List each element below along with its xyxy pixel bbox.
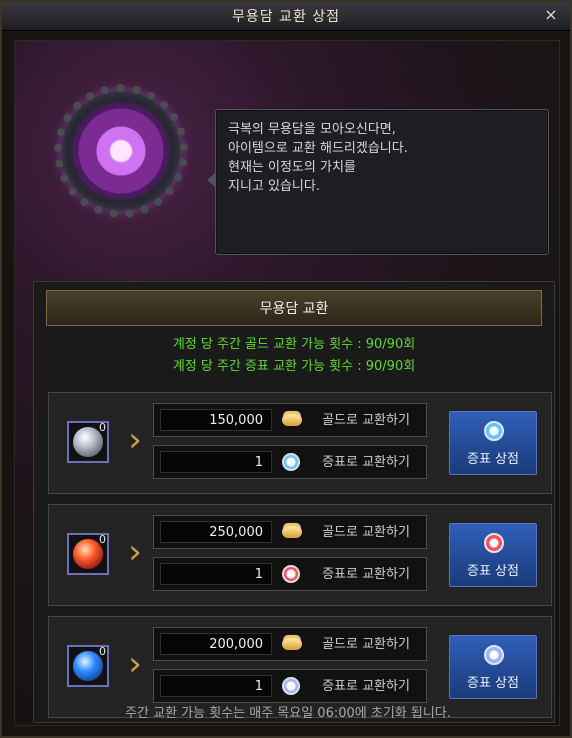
item-count: 0: [99, 421, 106, 434]
token-icon: [484, 421, 504, 441]
gold-price: 150,000: [160, 409, 272, 431]
coin-icon: [282, 414, 302, 426]
token-limit-text: 계정 당 주간 증표 교환 가능 횟수 : 90/90회: [172, 359, 416, 374]
token-icon: [282, 453, 300, 471]
token-exchange-button[interactable]: 증표로 교환하기: [308, 565, 424, 585]
window-title: 무용담 교환 상점: [231, 9, 341, 25]
gold-price: 250,000: [160, 521, 272, 543]
exchange-title: 무용담 교환: [259, 301, 329, 317]
emblem-icon: [54, 84, 188, 218]
token-exchange-option[interactable]: 1 증표로 교환하기: [153, 445, 427, 479]
token-exchange-option[interactable]: 1 증표로 교환하기: [153, 557, 427, 591]
exchange-window: 무용담 교환 상점 × 극복의 무용담을 모아오신다면, 아이템으로 교환 해드…: [0, 0, 572, 738]
token-exchange-button[interactable]: 증표로 교환하기: [308, 677, 424, 697]
exchange-row: 0 › 150,000 골드로 교환하기 1 증표로 교환하기 증표 상점: [48, 392, 552, 494]
item-count: 0: [99, 533, 106, 546]
token-icon: [484, 645, 504, 665]
gold-exchange-option[interactable]: 150,000 골드로 교환하기: [153, 403, 427, 437]
token-shop-label: 증표 상점: [467, 452, 519, 467]
token-price: 1: [160, 675, 272, 697]
coin-icon: [282, 638, 302, 650]
token-icon: [484, 533, 504, 553]
chevron-right-icon: ›: [128, 532, 142, 572]
item-slot[interactable]: 0: [67, 421, 109, 463]
token-icon: [282, 677, 300, 695]
npc-dialog-text: 극복의 무용담을 모아오신다면, 아이템으로 교환 해드리겠습니다. 현재는 이…: [228, 122, 408, 194]
gold-limit-text: 계정 당 주간 골드 교환 가능 횟수 : 90/90회: [172, 337, 416, 352]
gold-price: 200,000: [160, 633, 272, 655]
exchange-row: 0 › 250,000 골드로 교환하기 1 증표로 교환하기 증표 상점: [48, 504, 552, 606]
token-icon: [282, 565, 300, 583]
gold-exchange-option[interactable]: 200,000 골드로 교환하기: [153, 627, 427, 661]
token-exchange-button[interactable]: 증표로 교환하기: [308, 453, 424, 473]
content-panel: 극복의 무용담을 모아오신다면, 아이템으로 교환 해드리겠습니다. 현재는 이…: [14, 40, 560, 726]
gold-exchange-option[interactable]: 250,000 골드로 교환하기: [153, 515, 427, 549]
token-shop-label: 증표 상점: [467, 676, 519, 691]
reset-notice: 주간 교환 가능 횟수는 매주 목요일 06:00에 초기화 됩니다.: [125, 706, 451, 721]
gold-exchange-button[interactable]: 골드로 교환하기: [308, 411, 424, 431]
gold-exchange-button[interactable]: 골드로 교환하기: [308, 635, 424, 655]
chevron-right-icon: ›: [128, 420, 142, 460]
token-shop-button[interactable]: 증표 상점: [449, 411, 537, 475]
exchange-header: 무용담 교환: [46, 290, 542, 326]
chevron-right-icon: ›: [128, 644, 142, 684]
token-shop-button[interactable]: 증표 상점: [449, 635, 537, 699]
item-slot[interactable]: 0: [67, 533, 109, 575]
close-button[interactable]: ×: [542, 6, 560, 24]
item-slot[interactable]: 0: [67, 645, 109, 687]
weekly-limits: 계정 당 주간 골드 교환 가능 횟수 : 90/90회 계정 당 주간 증표 …: [34, 334, 554, 378]
item-count: 0: [99, 645, 106, 658]
token-shop-button[interactable]: 증표 상점: [449, 523, 537, 587]
window-titlebar[interactable]: 무용담 교환 상점 ×: [2, 2, 570, 31]
gold-exchange-button[interactable]: 골드로 교환하기: [308, 523, 424, 543]
token-price: 1: [160, 563, 272, 585]
coin-icon: [282, 526, 302, 538]
token-shop-label: 증표 상점: [467, 564, 519, 579]
token-price: 1: [160, 451, 272, 473]
token-exchange-option[interactable]: 1 증표로 교환하기: [153, 669, 427, 703]
exchange-section: 무용담 교환 계정 당 주간 골드 교환 가능 횟수 : 90/90회 계정 당…: [33, 281, 555, 723]
npc-dialog-bubble: 극복의 무용담을 모아오신다면, 아이템으로 교환 해드리겠습니다. 현재는 이…: [207, 109, 549, 255]
